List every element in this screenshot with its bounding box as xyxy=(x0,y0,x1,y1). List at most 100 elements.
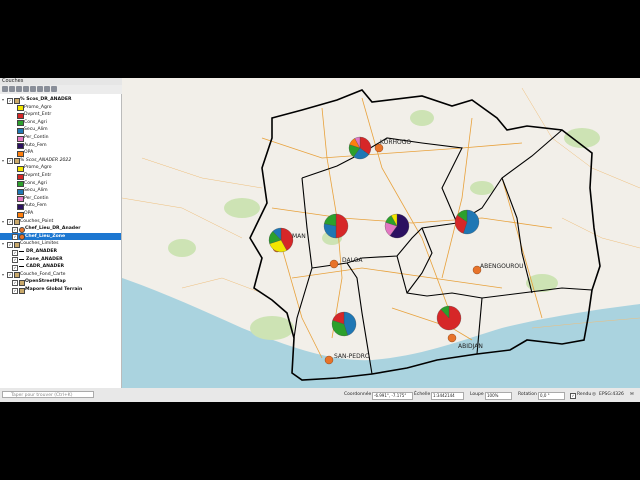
legend-swatch xyxy=(17,112,24,119)
layer-tree-item[interactable]: ✓ Chef_Lieu_DR_Anader xyxy=(0,225,121,233)
layer-visibility-checkbox[interactable]: ✓ xyxy=(12,264,18,271)
status-bar: Coordonnée -6.991°, -7.175° Échelle 1:34… xyxy=(122,388,640,402)
legend-swatch xyxy=(17,135,24,142)
layer-tree-item-label: Zone_ANADER xyxy=(26,256,63,262)
layer-tree-item-label: Dvpmt_Entr xyxy=(24,173,52,178)
city-marker xyxy=(329,259,339,269)
legend-swatch xyxy=(17,150,24,157)
pie-chart xyxy=(331,311,357,337)
layer-tree-item[interactable]: Dvpmt_Entr xyxy=(0,172,121,180)
filter-legend-icon[interactable] xyxy=(23,86,29,92)
layer-tree-item[interactable]: ✓ CADR_ANADER xyxy=(0,263,121,271)
layer-tree-item[interactable]: Secu_Alim xyxy=(0,126,121,134)
layer-visibility-checkbox[interactable]: ✓ xyxy=(7,241,13,248)
legend-swatch xyxy=(17,105,24,112)
layer-visibility-checkbox[interactable]: ✓ xyxy=(7,158,13,165)
layers-toolbar xyxy=(0,85,123,93)
layer-tree[interactable]: ▾ ✓% Scos_DR_ANADER Promo_Agro Dvpmt_Entr Co… xyxy=(0,94,122,388)
layer-tree-item-label: Chef_Lieu_Zone xyxy=(25,233,66,239)
add-group-icon[interactable] xyxy=(9,86,15,92)
messages-icon[interactable]: ✉ xyxy=(630,388,634,402)
layer-tree-item[interactable]: Dvpmt_Entr xyxy=(0,111,121,119)
layer-tree-item-label: Couches_Point xyxy=(20,218,54,224)
manage-map-themes-icon[interactable] xyxy=(16,86,22,92)
layer-tree-item[interactable]: Promo_Agro xyxy=(0,164,121,172)
layer-visibility-checkbox[interactable]: ✓ xyxy=(12,234,18,241)
expand-arrow-icon[interactable]: ▾ xyxy=(2,157,4,164)
layer-visibility-checkbox[interactable]: ✓ xyxy=(7,219,13,226)
layer-tree-item[interactable]: Cons_Agri xyxy=(0,119,121,127)
legend-swatch xyxy=(17,165,24,172)
layer-tree-item[interactable]: ✓ Mapore Global Terrain xyxy=(0,286,121,294)
qgis-window: Couches ▾ ✓% Scos_DR_ANADER Promo_Agro Dvpm… xyxy=(0,78,640,402)
locator-search-input[interactable]: Taper pour trouver (Ctrl+K) xyxy=(2,391,94,398)
layer-tree-item-label: OPA xyxy=(24,150,34,156)
legend-swatch xyxy=(17,181,24,188)
remove-layer-icon[interactable] xyxy=(51,86,57,92)
layer-tree-item[interactable]: ▾ ✓ % Scos_ANADER 2022 xyxy=(0,157,121,165)
legend-swatch xyxy=(17,143,24,150)
layer-visibility-checkbox[interactable]: ✓ xyxy=(12,279,18,286)
magnifier-field[interactable]: 100% xyxy=(485,392,512,400)
layer-tree-item-label: Chef_Lieu_DR_Anader xyxy=(25,226,81,232)
collapse-all-icon[interactable] xyxy=(44,86,50,92)
city-label-abidjan: ABIDJAN xyxy=(458,343,483,350)
layer-tree-item-label: Cons_Agri xyxy=(24,119,47,125)
map-canvas[interactable]: KORHOGO MAN DALOA ABENGOUROU SAN-PEDRO A… xyxy=(122,78,640,388)
layer-tree-item[interactable]: ▾ ✓ Couches_Limites xyxy=(0,240,121,248)
expand-arrow-icon[interactable]: ▾ xyxy=(2,271,4,278)
legend-swatch xyxy=(17,196,24,203)
layer-tree-item[interactable]: Secu_Alim xyxy=(0,187,121,195)
layer-tree-item[interactable]: ✓ DR_ANADER xyxy=(0,248,121,256)
map-svg[interactable]: KORHOGO MAN DALOA ABENGOUROU SAN-PEDRO A… xyxy=(122,78,640,388)
layer-tree-item[interactable]: Auto_Fem xyxy=(0,142,121,150)
expand-arrow-icon[interactable]: ▾ xyxy=(2,96,4,103)
crs-globe-icon[interactable]: ◎ xyxy=(592,388,596,402)
layer-tree-item[interactable]: Per_Contin xyxy=(0,134,121,142)
layer-visibility-checkbox[interactable]: ✓ xyxy=(12,287,18,294)
layer-tree-item-label: % Scos_DR_ANADER xyxy=(20,97,72,102)
render-checkbox[interactable]: ✓ xyxy=(570,393,576,399)
layer-tree-item[interactable]: Promo_Agro xyxy=(0,104,121,112)
layer-tree-item[interactable]: ✓ Zone_ANADER xyxy=(0,256,121,264)
crs-button[interactable]: EPSG:4326 xyxy=(599,388,624,402)
open-layer-styling-icon[interactable] xyxy=(2,86,8,92)
expand-arrow-icon[interactable]: ▾ xyxy=(2,240,4,247)
layer-tree-item-label: OpenStreetMap xyxy=(25,279,66,285)
layer-tree-item[interactable]: ▾ ✓ Couche_Fond_Carte xyxy=(0,271,121,279)
expand-all-icon[interactable] xyxy=(37,86,43,92)
layer-tree-item-label: Couche_Fond_Carte xyxy=(20,271,66,277)
layer-tree-item[interactable]: Per_Contin xyxy=(0,195,121,203)
layer-tree-item[interactable]: ✓ OpenStreetMap xyxy=(0,278,121,286)
layer-visibility-checkbox[interactable]: ✓ xyxy=(12,226,18,233)
coordinate-field[interactable]: -6.991°, -7.175° xyxy=(372,392,413,400)
legend-swatch xyxy=(17,188,24,195)
layer-tree-item[interactable]: Cons_Agri xyxy=(0,180,121,188)
layer-tree-item-label: Cons_Agri xyxy=(24,180,47,186)
expand-arrow-icon[interactable]: ▾ xyxy=(2,218,4,225)
layer-tree-item[interactable]: ▾ ✓ Couches_Point xyxy=(0,218,121,226)
layer-visibility-checkbox[interactable]: ✓ xyxy=(7,272,13,279)
render-label: Rendu xyxy=(577,392,592,397)
layer-tree-item[interactable]: ✓ Chef_Lieu_Zone xyxy=(0,232,121,241)
layer-tree-item[interactable]: OPA xyxy=(0,210,121,218)
layer-tree-item-label: Auto_Fem xyxy=(24,142,47,148)
scale-field[interactable]: 1:3442144 xyxy=(431,392,464,400)
layer-visibility-checkbox[interactable]: ✓ xyxy=(12,249,18,256)
rotation-field[interactable]: 0,0 ° xyxy=(538,392,565,400)
layer-tree-item[interactable]: OPA xyxy=(0,149,121,157)
layer-visibility-checkbox[interactable]: ✓ xyxy=(12,257,18,264)
layer-tree-item-label: DR_ANADER xyxy=(26,249,58,254)
pie-chart xyxy=(268,227,294,253)
layer-tree-item-label: Mapore Global Terrain xyxy=(25,287,83,292)
city-label-sanpedro: SAN-PEDRO xyxy=(334,353,370,360)
layer-visibility-checkbox[interactable]: ✓ xyxy=(7,97,13,104)
city-label-abengourou: ABENGOUROU xyxy=(480,263,524,270)
pie-chart xyxy=(323,213,349,239)
layers-panel-title: Couches xyxy=(0,78,123,85)
layer-tree-item[interactable]: ▾ ✓ % Scos_DR_ANADER xyxy=(0,96,121,104)
filter-by-expression-icon[interactable] xyxy=(30,86,36,92)
legend-swatch xyxy=(17,127,24,134)
legend-swatch xyxy=(17,203,24,210)
layer-tree-item[interactable]: Auto_Fem xyxy=(0,202,121,210)
